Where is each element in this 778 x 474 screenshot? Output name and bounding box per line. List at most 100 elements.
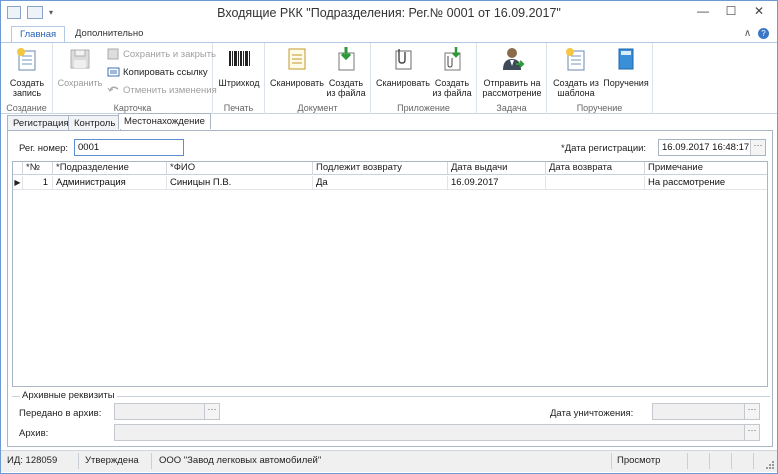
cancel-changes-label: Отменить изменения <box>123 84 217 96</box>
scan-document-button[interactable]: Сканировать <box>268 46 326 88</box>
attachment-import-icon <box>444 47 461 71</box>
status-org: ООО "Завод легковых автомобилей" <box>159 455 322 466</box>
ribbon-help: ∧ ? <box>744 28 769 39</box>
floppy-disk-icon <box>70 49 90 69</box>
scan-document-icon <box>288 48 306 70</box>
status-separator <box>731 453 732 469</box>
maximize-button[interactable]: ☐ <box>717 1 745 23</box>
group-assignment: Создать из шаблона Поручения Поручение <box>547 43 653 114</box>
status-bar: ИД: 128059 Утверждена ООО "Завод легковы… <box>1 450 777 472</box>
assignments-button[interactable]: Поручения <box>601 46 651 88</box>
cell-fio[interactable]: Синицын П.В. <box>167 176 313 190</box>
undo-icon <box>107 86 119 92</box>
tab-additional[interactable]: Дополнительно <box>67 26 151 43</box>
col-number[interactable]: *№ <box>23 162 53 175</box>
status-separator <box>709 453 710 469</box>
scan-document-label: Сканировать <box>270 77 324 88</box>
destroy-date-picker-button[interactable]: ··· <box>744 404 759 419</box>
cell-note[interactable]: На рассмотрение <box>645 176 767 190</box>
status-separator <box>78 453 79 469</box>
transferred-label: Передано в архив: <box>19 408 102 419</box>
group-task-label: Задача <box>496 103 527 113</box>
group-assignment-label: Поручение <box>576 103 623 113</box>
cell-department[interactable]: Администрация <box>53 176 167 190</box>
cell-number[interactable]: 1 <box>23 176 53 190</box>
group-attachment-label: Приложение <box>397 103 450 113</box>
attachment-from-file-label: Создать из файла <box>432 77 472 99</box>
scan-attachment-button[interactable]: Сканировать <box>374 46 432 88</box>
create-record-label: Создать запись <box>9 77 45 99</box>
col-department[interactable]: *Подразделение <box>53 162 167 175</box>
create-record-button[interactable]: Создать запись <box>5 46 49 99</box>
book-icon <box>618 48 634 70</box>
scan-attachment-label: Сканировать <box>376 77 430 88</box>
barcode-button[interactable]: Штрихкод <box>216 46 262 88</box>
group-card-label: Карточка <box>113 103 152 113</box>
tab-control[interactable]: Контроль <box>68 115 122 130</box>
cell-returnable[interactable]: Да <box>313 176 448 190</box>
cell-issue-date[interactable]: 16.09.2017 <box>448 176 546 190</box>
resize-grip-icon[interactable] <box>765 460 775 470</box>
group-print: Штрихкод Печать <box>213 43 265 114</box>
status-state: Утверждена <box>85 455 139 466</box>
col-note[interactable]: Примечание <box>645 162 767 175</box>
group-attachment: Сканировать Создать из файла Приложение <box>371 43 477 114</box>
barcode-icon <box>229 51 250 66</box>
col-return-date[interactable]: Дата возврата <box>546 162 645 175</box>
archive-input[interactable]: ··· <box>114 424 760 441</box>
cancel-changes-button[interactable]: Отменить изменения <box>107 84 217 96</box>
close-button[interactable]: ✕ <box>745 1 773 23</box>
location-grid: *№ *Подразделение *ФИО Подлежит возврату… <box>12 161 768 387</box>
save-close-button[interactable]: Сохранить и закрыть <box>107 48 216 60</box>
destroy-date-label: Дата уничтожения: <box>550 408 634 419</box>
send-review-button[interactable]: Отправить на рассмотрение <box>479 46 545 99</box>
reg-date-input[interactable]: 16.09.2017 16:48:17 ··· <box>658 139 766 156</box>
copy-link-label: Копировать ссылку <box>123 66 208 78</box>
save-close-icon <box>107 48 119 60</box>
person-send-icon <box>503 48 525 70</box>
archive-picker-button[interactable]: ··· <box>744 425 759 440</box>
ribbon-collapse-icon[interactable]: ∧ <box>744 28 751 39</box>
destroy-date-input[interactable]: ··· <box>652 403 760 420</box>
send-review-label: Отправить на рассмотрение <box>482 77 542 99</box>
transferred-input[interactable]: ··· <box>114 403 220 420</box>
ribbon-tab-bar: Главная Дополнительно <box>1 26 777 44</box>
group-document-label: Документ <box>297 103 338 113</box>
status-separator <box>687 453 688 469</box>
reg-date-picker-button[interactable]: ··· <box>750 140 765 155</box>
status-separator <box>753 453 754 469</box>
help-icon[interactable]: ? <box>758 28 769 39</box>
document-from-file-button[interactable]: Создать из файла <box>325 46 367 99</box>
table-row[interactable]: 1 Администрация Синицын П.В. Да 16.09.20… <box>13 176 767 190</box>
ribbon: Создать запись Создание Сохранить Сохран… <box>1 42 777 114</box>
col-fio[interactable]: *ФИО <box>167 162 313 175</box>
col-issue-date[interactable]: Дата выдачи <box>448 162 546 175</box>
save-button[interactable]: Сохранить <box>57 46 103 88</box>
status-mode: Просмотр <box>617 455 661 466</box>
attachment-from-file-button[interactable]: Создать из файла <box>431 46 473 99</box>
document-from-file-label: Создать из файла <box>326 77 366 99</box>
assignments-label: Поручения <box>603 77 649 88</box>
from-template-label: Создать из шаблона <box>553 77 599 99</box>
save-close-label: Сохранить и закрыть <box>123 48 217 60</box>
group-card: Сохранить Сохранить и закрыть Копировать… <box>53 43 217 114</box>
grid-header-selector <box>13 162 23 175</box>
cell-return-date[interactable] <box>546 176 645 190</box>
from-template-button[interactable]: Создать из шаблона <box>550 46 602 99</box>
reg-date-label: *Дата регистрации: <box>561 143 647 154</box>
file-import-icon <box>338 47 355 71</box>
status-id: ИД: 128059 <box>7 455 58 466</box>
minimize-button[interactable]: — <box>689 1 717 23</box>
reg-number-input[interactable]: 0001 <box>74 139 184 156</box>
copy-link-button[interactable]: Копировать ссылку <box>107 66 208 78</box>
barcode-label: Штрихкод <box>218 77 260 88</box>
status-separator <box>611 453 612 469</box>
save-label: Сохранить <box>57 77 103 88</box>
status-separator <box>151 453 152 469</box>
tab-registration[interactable]: Регистрация <box>7 115 75 130</box>
tab-location[interactable]: Местонахождение <box>118 113 211 129</box>
col-returnable[interactable]: Подлежит возврату <box>313 162 448 175</box>
group-document: Сканировать Создать из файла Документ <box>265 43 371 114</box>
transferred-picker-button[interactable]: ··· <box>204 404 219 419</box>
copy-link-icon <box>107 67 120 77</box>
